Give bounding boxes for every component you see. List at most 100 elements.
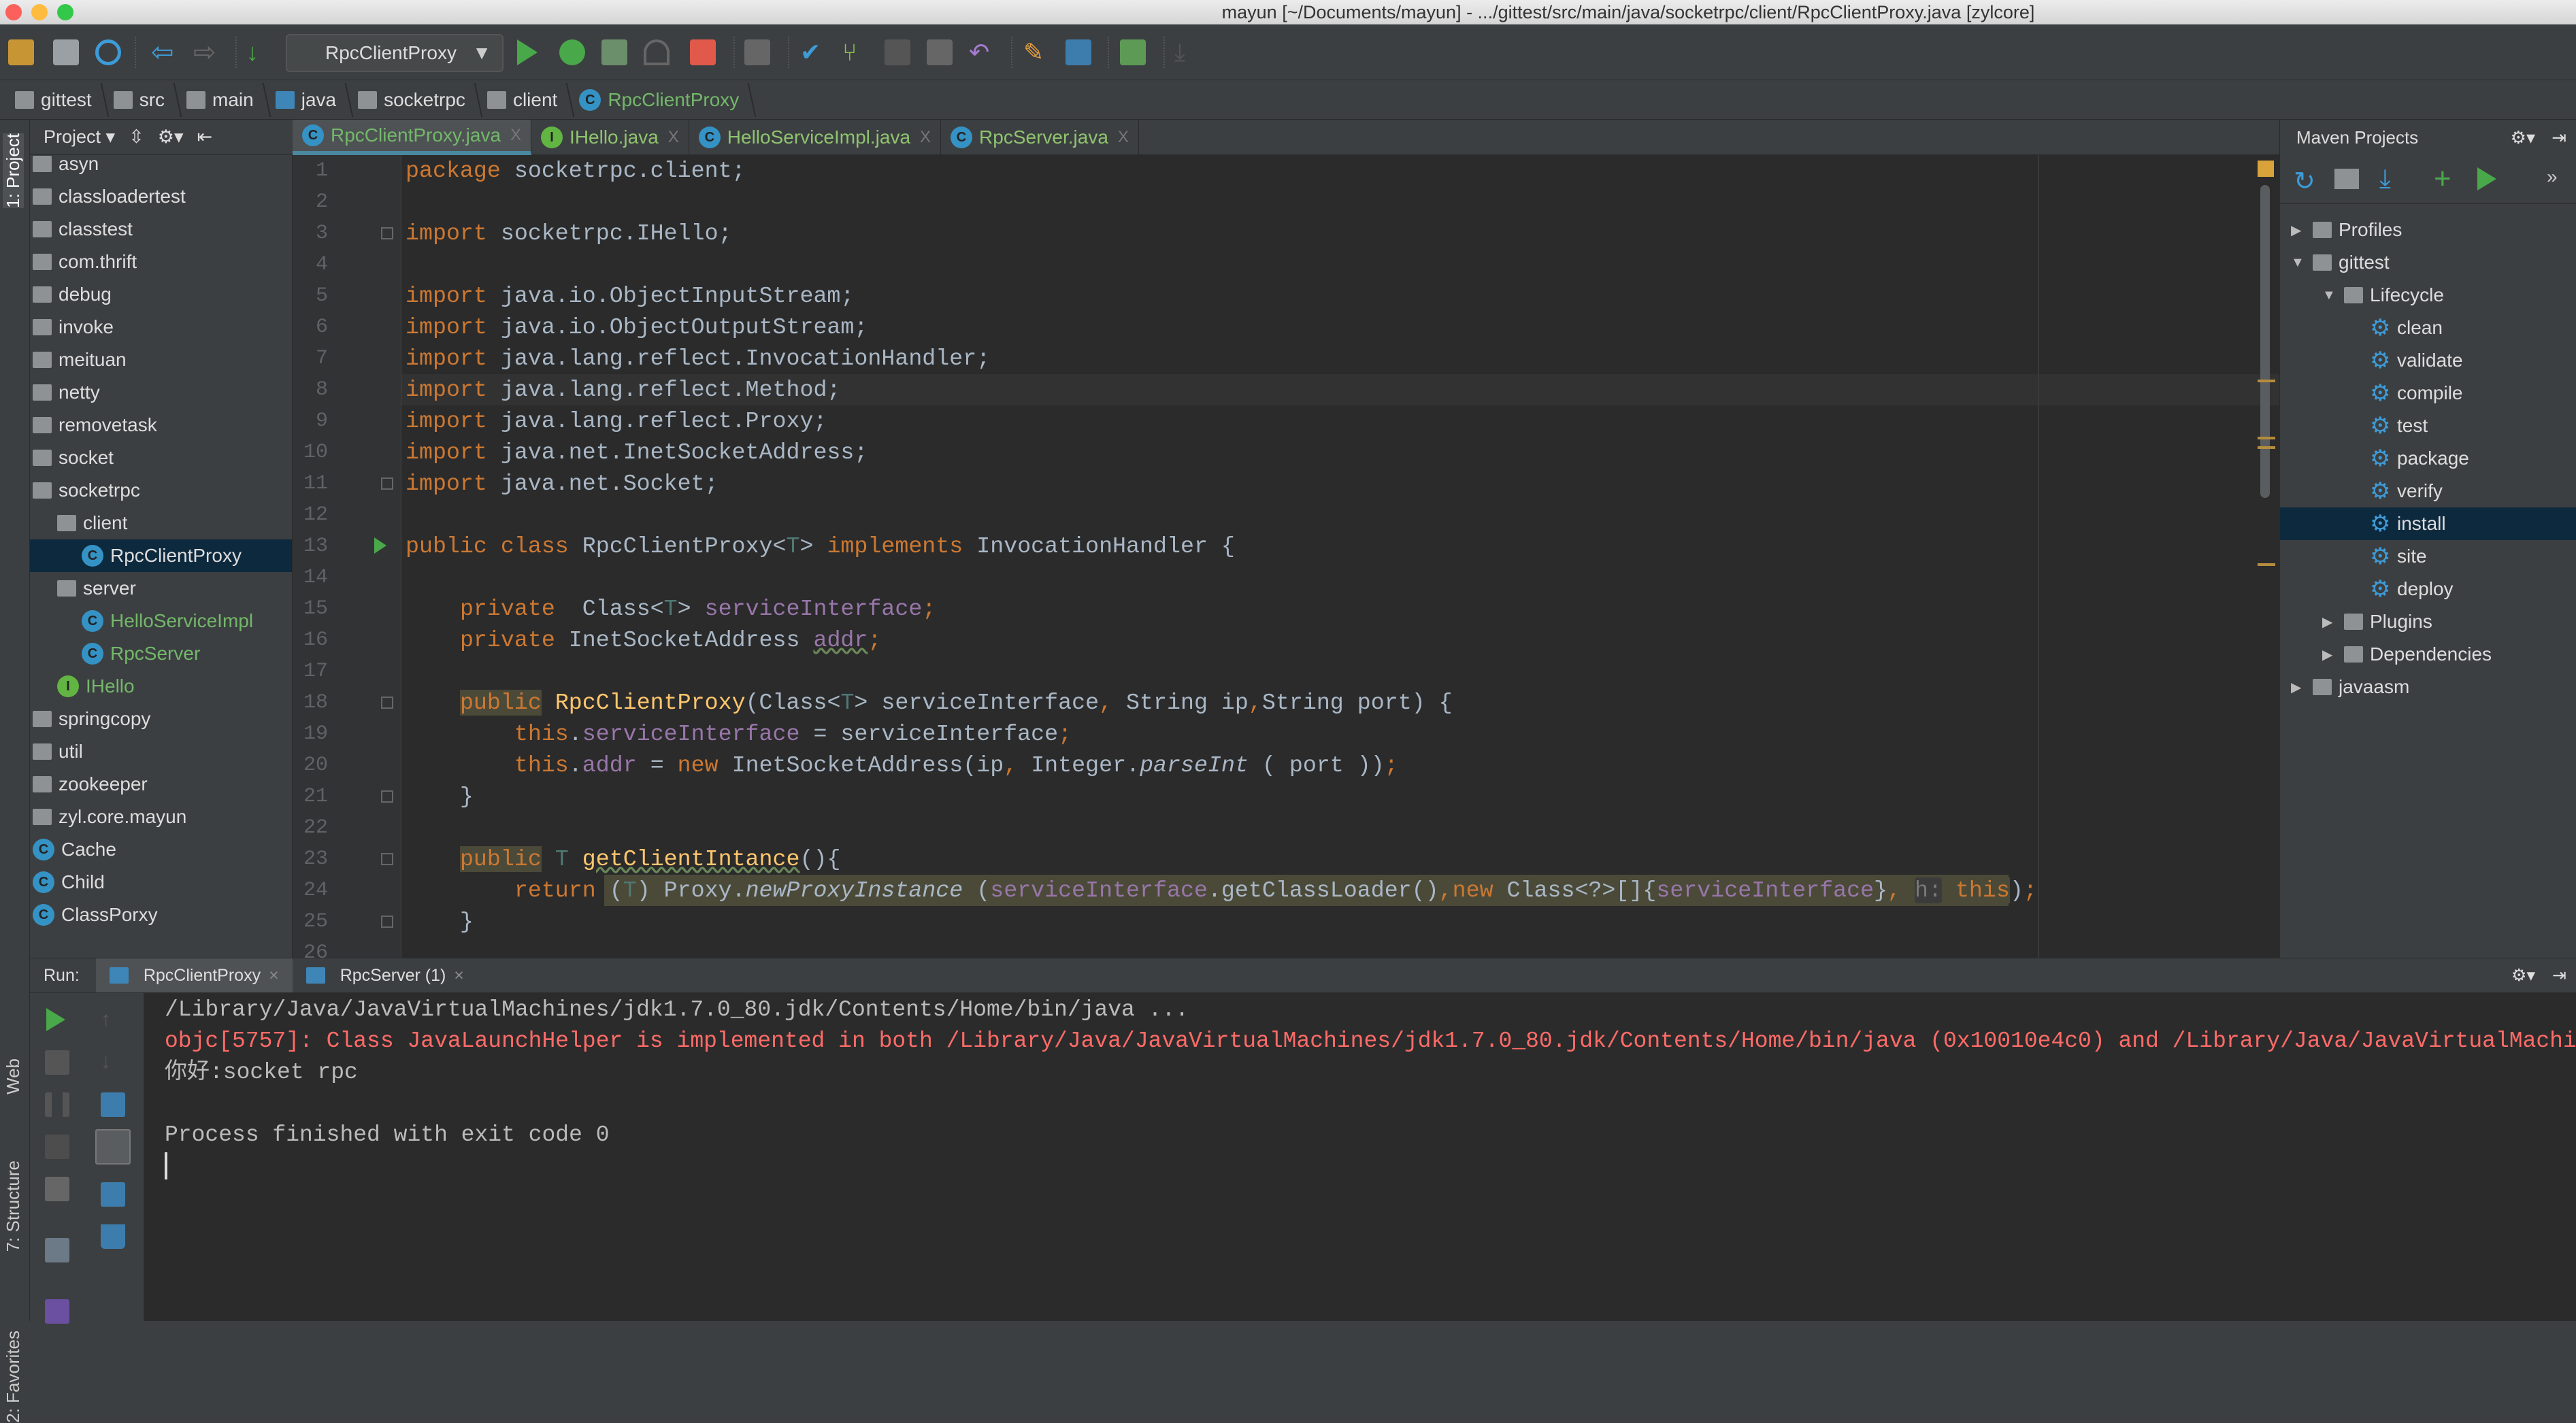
close-icon[interactable]: X bbox=[510, 126, 521, 145]
up-arrow-icon[interactable]: ↑ bbox=[101, 1008, 125, 1033]
tree-item[interactable]: springcopy bbox=[30, 703, 292, 735]
tree-item[interactable]: classtest bbox=[30, 213, 292, 246]
vcs-commit-icon[interactable]: ⑂ bbox=[842, 39, 868, 65]
layout-icon[interactable] bbox=[45, 1238, 69, 1262]
tool-window-structure[interactable]: 7: Structure bbox=[3, 1160, 24, 1252]
tab-ihello-java[interactable]: I IHello.java X bbox=[531, 120, 689, 155]
breadcrumb-item[interactable]: main bbox=[182, 80, 271, 120]
tree-item[interactable]: debug bbox=[30, 278, 292, 311]
maven-item-package[interactable]: ⚙ package bbox=[2280, 442, 2576, 475]
print-icon[interactable] bbox=[101, 1182, 125, 1207]
tree-item[interactable]: removetask bbox=[30, 409, 292, 441]
more-icon[interactable]: » bbox=[2547, 166, 2558, 188]
project-structure-icon[interactable] bbox=[1066, 39, 1091, 65]
tree-item[interactable]: util bbox=[30, 735, 292, 768]
down-arrow-icon[interactable]: ↓ bbox=[101, 1050, 125, 1075]
save-icon[interactable] bbox=[53, 39, 79, 65]
maven-item-profiles[interactable]: ▶ Profiles bbox=[2280, 214, 2576, 246]
maven-item-deploy[interactable]: ⚙ deploy bbox=[2280, 573, 2576, 605]
maven-item-plugins[interactable]: ▶ Plugins bbox=[2280, 605, 2576, 638]
profile-icon[interactable] bbox=[644, 39, 670, 65]
coverage-icon[interactable] bbox=[601, 39, 627, 65]
dump-threads-icon[interactable] bbox=[45, 1135, 69, 1159]
hide-panel-icon[interactable]: ⇥ bbox=[2552, 127, 2566, 148]
editor-scrollbar[interactable] bbox=[2258, 158, 2275, 954]
tree-item[interactable]: C ClassPorxy bbox=[30, 899, 292, 931]
pin-icon[interactable] bbox=[45, 1299, 69, 1324]
build-icon[interactable]: ↓ bbox=[246, 39, 272, 65]
tool-window-favorites[interactable]: 2: Favorites bbox=[3, 1330, 24, 1423]
chevron-right-icon[interactable]: ▶ bbox=[2291, 679, 2307, 696]
hide-panel-icon[interactable]: ⇥ bbox=[2552, 965, 2566, 986]
breadcrumb-item[interactable]: java bbox=[271, 80, 354, 120]
maven-item-site[interactable]: ⚙ site bbox=[2280, 540, 2576, 573]
forward-icon[interactable]: ⇨ bbox=[193, 39, 219, 66]
fold-marker-icon[interactable] bbox=[381, 227, 393, 239]
tree-item[interactable]: server bbox=[30, 572, 292, 605]
tree-item[interactable]: C RpcServer bbox=[30, 637, 292, 670]
maven-item-clean[interactable]: ⚙ clean bbox=[2280, 312, 2576, 344]
close-icon[interactable]: X bbox=[920, 128, 931, 147]
tree-item[interactable]: C Child bbox=[30, 866, 292, 899]
hide-panel-icon[interactable]: ⇤ bbox=[197, 127, 213, 148]
breadcrumb-item[interactable]: src bbox=[110, 80, 182, 120]
add-icon[interactable]: + bbox=[2434, 162, 2451, 196]
tree-item[interactable]: invoke bbox=[30, 311, 292, 344]
download-icon[interactable]: ⤓ bbox=[1174, 39, 1200, 65]
breadcrumb-item[interactable]: socketrpc bbox=[354, 80, 483, 120]
run-tab[interactable]: RpcServer (1) × bbox=[293, 958, 478, 992]
settings-wrench-icon[interactable]: ✎ bbox=[1023, 39, 1049, 65]
gear-icon[interactable]: ⚙▾ bbox=[2511, 127, 2535, 148]
device-icon[interactable] bbox=[744, 39, 770, 65]
collapse-all-icon[interactable]: ⇳ bbox=[129, 127, 144, 148]
sync-icon[interactable] bbox=[95, 39, 121, 65]
tree-item[interactable]: socket bbox=[30, 441, 292, 474]
breadcrumb-item[interactable]: client bbox=[483, 80, 575, 120]
maven-item-verify[interactable]: ⚙ verify bbox=[2280, 475, 2576, 507]
back-icon[interactable]: ⇦ bbox=[151, 39, 177, 66]
close-icon[interactable]: X bbox=[668, 128, 679, 147]
scroll-to-end-icon[interactable] bbox=[95, 1129, 131, 1165]
chevron-right-icon[interactable]: ▶ bbox=[2291, 222, 2307, 239]
tool-window-web[interactable]: Web bbox=[3, 1058, 24, 1094]
code-editor[interactable]: package socketrpc.client; import socketrp… bbox=[401, 155, 2279, 958]
run-maven-icon[interactable] bbox=[2477, 167, 2496, 190]
tree-item[interactable]: C HelloServiceImpl bbox=[30, 605, 292, 637]
run-configuration-select[interactable]: RpcClientProxy ▼ bbox=[286, 34, 503, 72]
tree-item[interactable]: com.thrift bbox=[30, 246, 292, 278]
fold-marker-icon[interactable] bbox=[381, 697, 393, 709]
project-view-select[interactable]: Project ▾ bbox=[44, 127, 115, 148]
close-icon[interactable]: X bbox=[1118, 128, 1129, 147]
maven-item-lifecycle[interactable]: ▼ Lifecycle bbox=[2280, 279, 2576, 312]
close-icon[interactable]: × bbox=[269, 966, 279, 986]
exit-icon[interactable] bbox=[45, 1177, 69, 1201]
tree-item[interactable]: socketrpc bbox=[30, 474, 292, 507]
breadcrumb-item[interactable]: C RpcClientProxy bbox=[575, 80, 757, 120]
fold-marker-icon[interactable] bbox=[381, 853, 393, 865]
open-icon[interactable] bbox=[8, 39, 34, 65]
maven-item-dependencies[interactable]: ▶ Dependencies bbox=[2280, 638, 2576, 671]
soft-wrap-icon[interactable] bbox=[101, 1092, 125, 1117]
scrollbar-thumb[interactable] bbox=[2260, 185, 2270, 498]
reimport-icon[interactable]: ↻ bbox=[2294, 166, 2315, 197]
tab-rpcserver-java[interactable]: C RpcServer.java X bbox=[941, 120, 1139, 155]
debug-icon[interactable] bbox=[559, 39, 585, 65]
maven-item-test[interactable]: ⚙ test bbox=[2280, 409, 2576, 442]
close-icon[interactable]: × bbox=[454, 966, 464, 986]
chevron-right-icon[interactable]: ▶ bbox=[2322, 646, 2339, 663]
tree-item[interactable]: zyl.core.mayun bbox=[30, 801, 292, 833]
pause-icon[interactable] bbox=[45, 1092, 69, 1117]
vcs-compare-icon[interactable] bbox=[885, 39, 910, 65]
run-gutter-icon[interactable] bbox=[374, 537, 386, 554]
tree-item[interactable]: meituan bbox=[30, 344, 292, 376]
chevron-right-icon[interactable]: ▶ bbox=[2322, 614, 2339, 631]
tree-item[interactable]: netty bbox=[30, 376, 292, 409]
stop-icon[interactable] bbox=[45, 1050, 69, 1075]
tool-window-project[interactable]: 1: Project bbox=[3, 133, 24, 208]
maven-item-install[interactable]: ⚙ install bbox=[2280, 507, 2576, 540]
stop-icon[interactable] bbox=[690, 39, 716, 65]
tree-item[interactable]: client bbox=[30, 507, 292, 539]
breadcrumb-item[interactable]: gittest bbox=[11, 80, 110, 120]
maven-item-gittest[interactable]: ▼ gittest bbox=[2280, 246, 2576, 279]
tree-item[interactable]: I IHello bbox=[30, 670, 292, 703]
